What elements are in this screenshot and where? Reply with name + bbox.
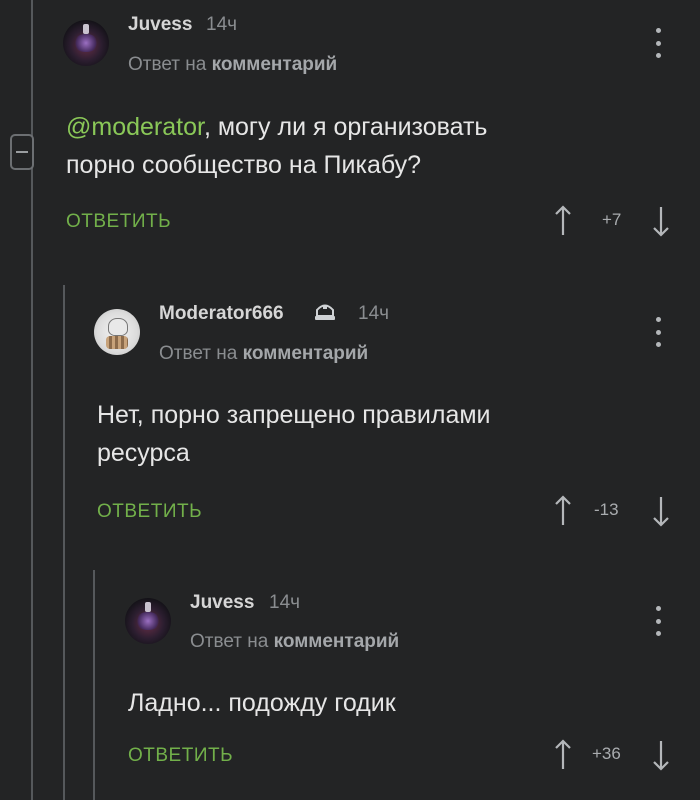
- upvote-arrow-icon[interactable]: [554, 739, 572, 771]
- vote-controls: +7: [554, 205, 674, 237]
- comment-time: 14ч: [206, 14, 238, 35]
- more-options-icon[interactable]: [653, 606, 663, 636]
- reply-to-line: Ответ на комментарий: [128, 54, 337, 76]
- reply-button[interactable]: ОТВЕТИТЬ: [66, 211, 171, 233]
- comment-text-line1: , могу ли я организовать: [203, 113, 488, 141]
- downvote-arrow-icon[interactable]: [652, 739, 670, 771]
- vote-score: +7: [602, 210, 622, 229]
- comment-username[interactable]: Moderator666: [159, 303, 284, 325]
- thread-line-level-1: [31, 0, 33, 800]
- reply-to-line: Ответ на комментарий: [190, 631, 399, 653]
- comment-username[interactable]: Juvess: [190, 592, 254, 614]
- upvote-arrow-icon[interactable]: [554, 205, 572, 237]
- user-mention-link[interactable]: @moderator: [66, 113, 204, 141]
- comment-text: @moderator, могу ли я организовать порно…: [66, 108, 487, 184]
- reply-to-target-link[interactable]: комментарий: [243, 343, 369, 364]
- reply-to-prefix: Ответ на: [128, 54, 207, 75]
- reply-to-target-link[interactable]: комментарий: [274, 631, 400, 652]
- collapse-thread-button[interactable]: [10, 134, 34, 170]
- comment-text-line1: Ладно... подожду годик: [128, 689, 396, 717]
- moderator-badge-icon: [315, 304, 335, 320]
- user-avatar[interactable]: [63, 20, 109, 66]
- reply-button[interactable]: ОТВЕТИТЬ: [97, 501, 202, 523]
- reply-to-prefix: Ответ на: [159, 343, 238, 364]
- thread-line-level-3[interactable]: [93, 570, 95, 800]
- reply-button[interactable]: ОТВЕТИТЬ: [128, 745, 233, 767]
- downvote-arrow-icon[interactable]: [652, 205, 670, 237]
- more-options-icon[interactable]: [653, 317, 663, 347]
- vote-score: -13: [594, 500, 619, 519]
- reply-to-prefix: Ответ на: [190, 631, 269, 652]
- upvote-arrow-icon[interactable]: [554, 495, 572, 527]
- downvote-arrow-icon[interactable]: [652, 495, 670, 527]
- thread-line-level-2[interactable]: [63, 285, 65, 800]
- comment-text-line2: ресурса: [97, 439, 190, 467]
- comment-time: 14ч: [269, 592, 301, 613]
- vote-controls: +36: [554, 739, 674, 771]
- vote-controls: -13: [554, 495, 674, 527]
- comment-username[interactable]: Juvess: [128, 14, 192, 36]
- comment-text-line2: порно сообщество на Пикабу?: [66, 151, 422, 179]
- comment-time: 14ч: [358, 303, 390, 324]
- reply-to-line: Ответ на комментарий: [159, 343, 368, 365]
- comment-text-line1: Нет, порно запрещено правилами: [97, 401, 491, 429]
- comment-text: Ладно... подожду годик: [128, 684, 396, 722]
- comment-text: Нет, порно запрещено правилами ресурса: [97, 396, 491, 472]
- reply-to-target-link[interactable]: комментарий: [212, 54, 338, 75]
- vote-score: +36: [592, 744, 621, 763]
- more-options-icon[interactable]: [653, 28, 663, 58]
- user-avatar[interactable]: [125, 598, 171, 644]
- user-avatar[interactable]: [94, 309, 140, 355]
